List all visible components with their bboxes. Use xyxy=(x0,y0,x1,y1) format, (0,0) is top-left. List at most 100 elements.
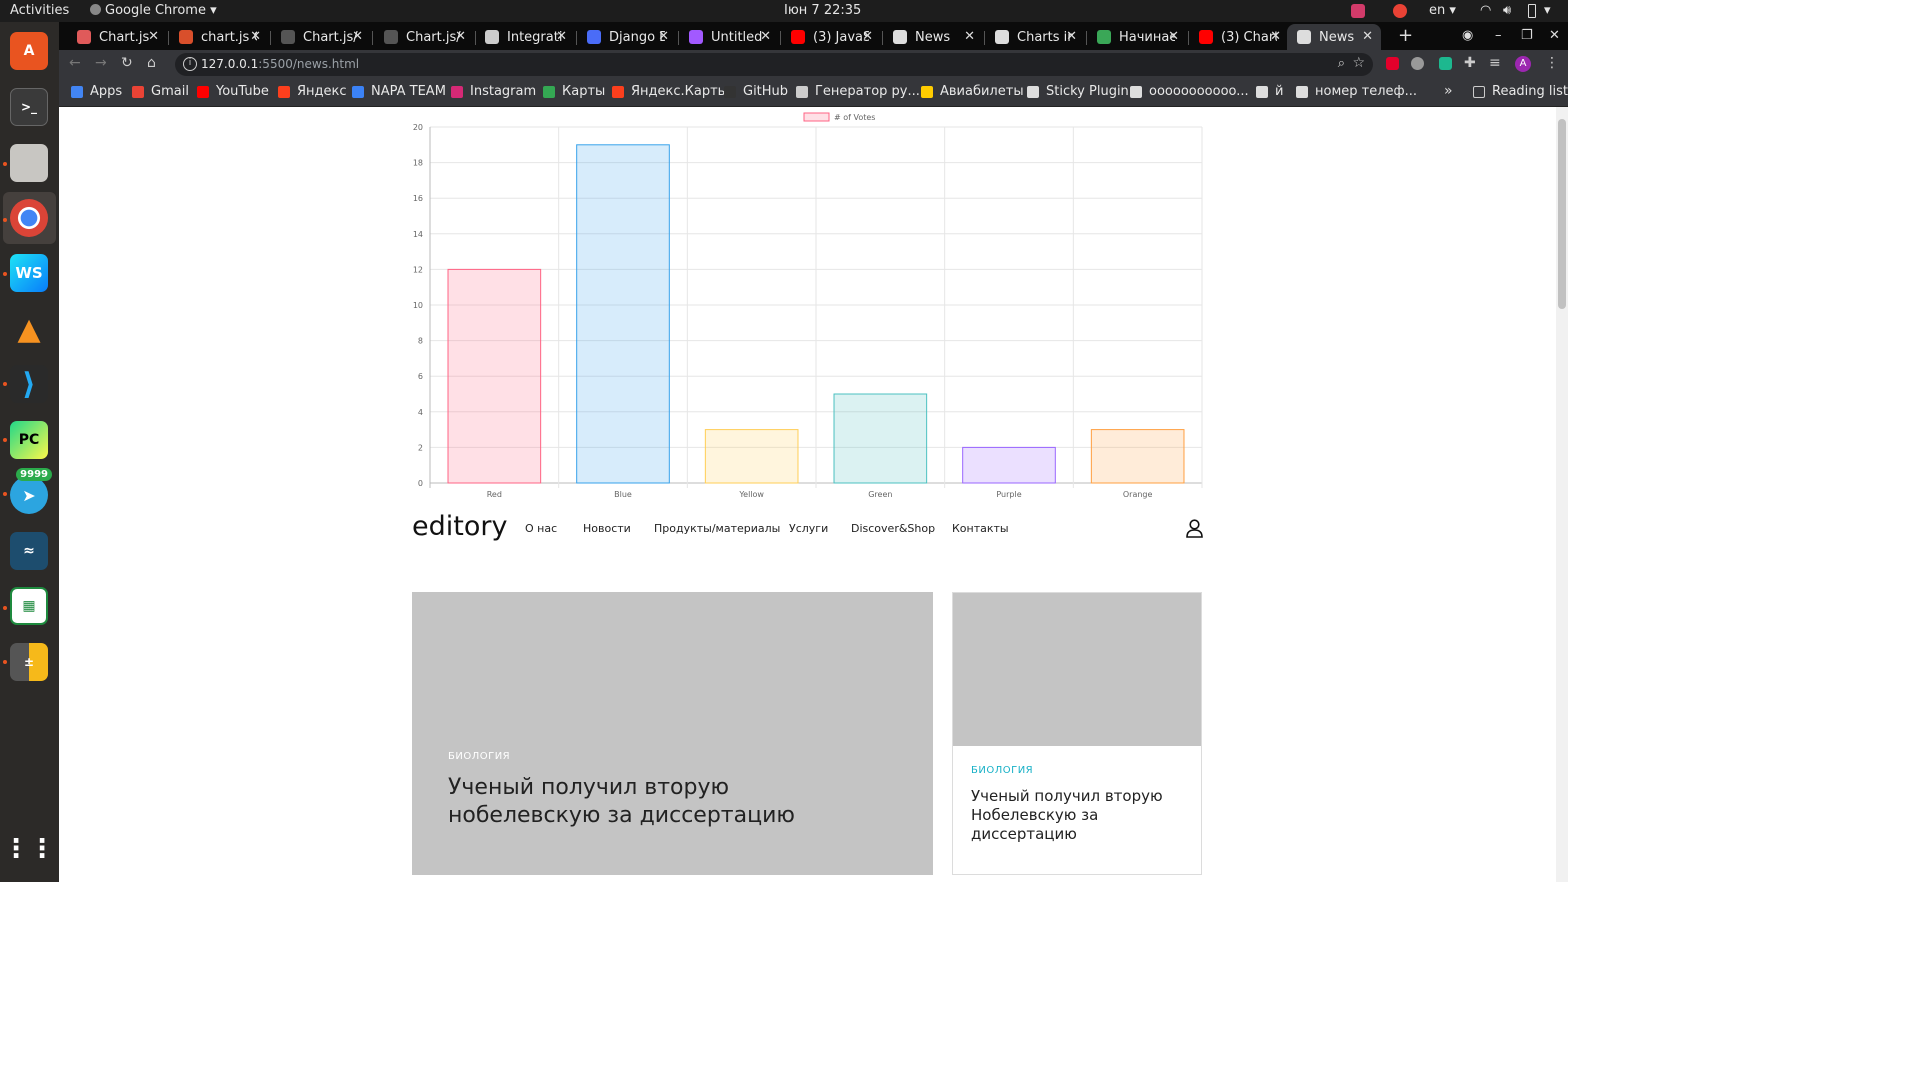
mysql-workbench-icon[interactable]: ≈ xyxy=(10,532,48,570)
article-card[interactable]: БИОЛОГИЯ Ученый получил вторую Нобелевск… xyxy=(952,592,1202,875)
tab-close-icon[interactable]: ✕ xyxy=(964,29,975,44)
browser-tab[interactable]: Начинае ✕ xyxy=(1087,24,1187,50)
browser-tab[interactable]: Untitled ✕ xyxy=(679,24,779,50)
bookmark-item[interactable]: Авиабилеты xyxy=(921,84,1024,99)
pycharm-icon[interactable]: PC xyxy=(10,421,48,459)
nav-link-news[interactable]: Новости xyxy=(583,522,631,535)
browser-tab[interactable]: Chart.js | ✕ xyxy=(67,24,167,50)
tab-search-icon[interactable]: ◉ xyxy=(1462,28,1473,43)
home-button[interactable]: ⌂ xyxy=(147,55,156,71)
tray-app-icon[interactable] xyxy=(1351,4,1365,18)
adblock-extension-icon[interactable] xyxy=(1386,57,1399,70)
bookmark-item[interactable]: Instagram xyxy=(451,84,536,99)
clock[interactable]: Іюн 7 22:35 xyxy=(784,3,861,18)
nav-link-about[interactable]: О нас xyxy=(525,522,557,535)
browser-tab[interactable]: (3) Chart ✕ xyxy=(1189,24,1289,50)
nav-link-discover-shop[interactable]: Discover&Shop xyxy=(851,522,935,535)
bookmark-item[interactable]: Apps xyxy=(71,84,122,99)
media-control-icon[interactable]: ≡ xyxy=(1489,55,1501,71)
article-category[interactable]: БИОЛОГИЯ xyxy=(971,765,1033,776)
app-menu[interactable]: Google Chrome ▾ xyxy=(90,3,217,18)
article-headline[interactable]: Ученый получил вторую нобелевскую за дис… xyxy=(448,774,888,830)
zoom-icon[interactable]: ⌕ xyxy=(1338,56,1345,71)
article-headline[interactable]: Ученый получил вторую Нобелевскую за дис… xyxy=(971,787,1171,844)
new-tab-button[interactable]: + xyxy=(1398,25,1413,46)
bookmark-item[interactable]: Карты xyxy=(543,84,605,99)
bookmark-item[interactable]: номер телеф... xyxy=(1296,84,1417,99)
terminal-icon[interactable]: >_ xyxy=(10,88,48,126)
profile-avatar[interactable]: A xyxy=(1515,56,1531,72)
article-image-placeholder[interactable] xyxy=(953,593,1201,746)
site-logo[interactable]: editory xyxy=(412,511,507,542)
bookmark-item[interactable]: Генератор ру... xyxy=(796,84,920,99)
ubuntu-software-icon[interactable]: A xyxy=(10,32,48,70)
battery-icon[interactable] xyxy=(1528,4,1536,18)
browser-tab-active[interactable]: News ✕ xyxy=(1287,24,1381,50)
vscode-icon[interactable]: ⟩ xyxy=(10,365,48,403)
tab-close-icon[interactable]: ✕ xyxy=(455,29,466,44)
tab-close-icon[interactable]: ✕ xyxy=(862,29,873,44)
browser-tab[interactable]: Integrati ✕ xyxy=(475,24,575,50)
nav-link-services[interactable]: Услуги xyxy=(789,522,828,535)
browser-tab[interactable]: News ✕ xyxy=(883,24,983,50)
bookmark-star-icon[interactable]: ☆ xyxy=(1352,55,1365,71)
calculator-icon[interactable]: ± xyxy=(10,643,48,681)
tab-close-icon[interactable]: ✕ xyxy=(760,29,771,44)
tab-close-icon[interactable]: ✕ xyxy=(1066,29,1077,44)
minimize-icon[interactable]: – xyxy=(1495,28,1502,43)
scrollbar-thumb[interactable] xyxy=(1558,119,1566,309)
tab-close-icon[interactable]: ✕ xyxy=(556,29,567,44)
chrome-menu-icon[interactable]: ⋮ xyxy=(1545,55,1559,71)
bookmarks-overflow-chevron-icon[interactable]: » xyxy=(1444,83,1453,99)
site-info-icon[interactable]: i xyxy=(183,57,197,71)
maximize-icon[interactable]: ❐ xyxy=(1521,28,1533,43)
user-account-icon[interactable] xyxy=(1186,519,1203,538)
spreadsheet-icon[interactable]: ▦ xyxy=(10,587,48,625)
bookmark-item[interactable]: Яндекс.Карты xyxy=(612,84,728,99)
bookmark-item[interactable]: YouTube xyxy=(197,84,269,99)
close-window-icon[interactable]: ✕ xyxy=(1549,28,1560,43)
volume-icon[interactable]: 🔊︎ xyxy=(1503,3,1511,18)
activities-button[interactable]: Activities xyxy=(10,3,69,18)
system-menu-caret-icon[interactable]: ▾ xyxy=(1544,3,1551,18)
browser-tab[interactable]: Django D ✕ xyxy=(577,24,677,50)
bookmark-item[interactable]: NAPA TEAM xyxy=(352,84,446,99)
tray-chrome-icon[interactable] xyxy=(1393,4,1407,18)
tab-close-icon[interactable]: ✕ xyxy=(352,29,363,44)
tab-close-icon[interactable]: ✕ xyxy=(1168,29,1179,44)
language-indicator[interactable]: en ▾ xyxy=(1429,3,1456,18)
nav-link-products[interactable]: Продукты/материалы xyxy=(654,522,780,535)
extension-icon[interactable] xyxy=(1411,57,1424,70)
extension-icon-2[interactable] xyxy=(1439,57,1452,70)
browser-tab[interactable]: chart.js C ✕ xyxy=(169,24,269,50)
browser-tab[interactable]: Chart.js/✕ xyxy=(374,24,474,50)
telegram-icon[interactable]: ➤ 9999 xyxy=(10,468,52,514)
files-icon[interactable] xyxy=(10,144,48,182)
wifi-icon[interactable]: ◠ xyxy=(1480,3,1491,18)
tab-close-icon[interactable]: ✕ xyxy=(1362,29,1373,44)
forward-button[interactable]: → xyxy=(95,55,107,71)
url-text[interactable]: 127.0.0.1:5500/news.html xyxy=(201,57,359,71)
bookmark-item[interactable]: Sticky Plugin xyxy=(1027,84,1129,99)
tab-close-icon[interactable]: ✕ xyxy=(658,29,669,44)
tab-close-icon[interactable]: ✕ xyxy=(1270,29,1281,44)
browser-tab[interactable]: (3) JavaS ✕ xyxy=(781,24,881,50)
extensions-puzzle-icon[interactable]: ✚ xyxy=(1464,55,1476,71)
nav-link-contacts[interactable]: Контакты xyxy=(952,522,1009,535)
webstorm-icon[interactable]: WS xyxy=(10,254,48,292)
bookmark-item[interactable]: Gmail xyxy=(132,84,189,99)
page-scrollbar[interactable] xyxy=(1556,107,1568,882)
featured-article-card[interactable]: БИОЛОГИЯ Ученый получил вторую нобелевск… xyxy=(412,592,933,875)
show-applications-icon[interactable]: ⋮⋮ xyxy=(3,830,55,868)
bookmark-item[interactable]: ooooooooooo... xyxy=(1130,84,1249,99)
bookmark-item[interactable]: GitHub xyxy=(724,84,788,99)
reload-button[interactable]: ↻ xyxy=(121,55,133,71)
bookmark-item[interactable]: Яндекс xyxy=(278,84,347,99)
vlc-icon[interactable]: ▲ xyxy=(10,310,48,348)
article-category[interactable]: БИОЛОГИЯ xyxy=(448,751,510,762)
chrome-icon[interactable] xyxy=(10,199,48,237)
bookmark-item[interactable]: й xyxy=(1256,84,1283,99)
address-bar[interactable]: i 127.0.0.1:5500/news.html ⌕ ☆ xyxy=(175,53,1373,76)
browser-tab[interactable]: Chart.js/✕ xyxy=(271,24,371,50)
tab-close-icon[interactable]: ✕ xyxy=(148,29,159,44)
